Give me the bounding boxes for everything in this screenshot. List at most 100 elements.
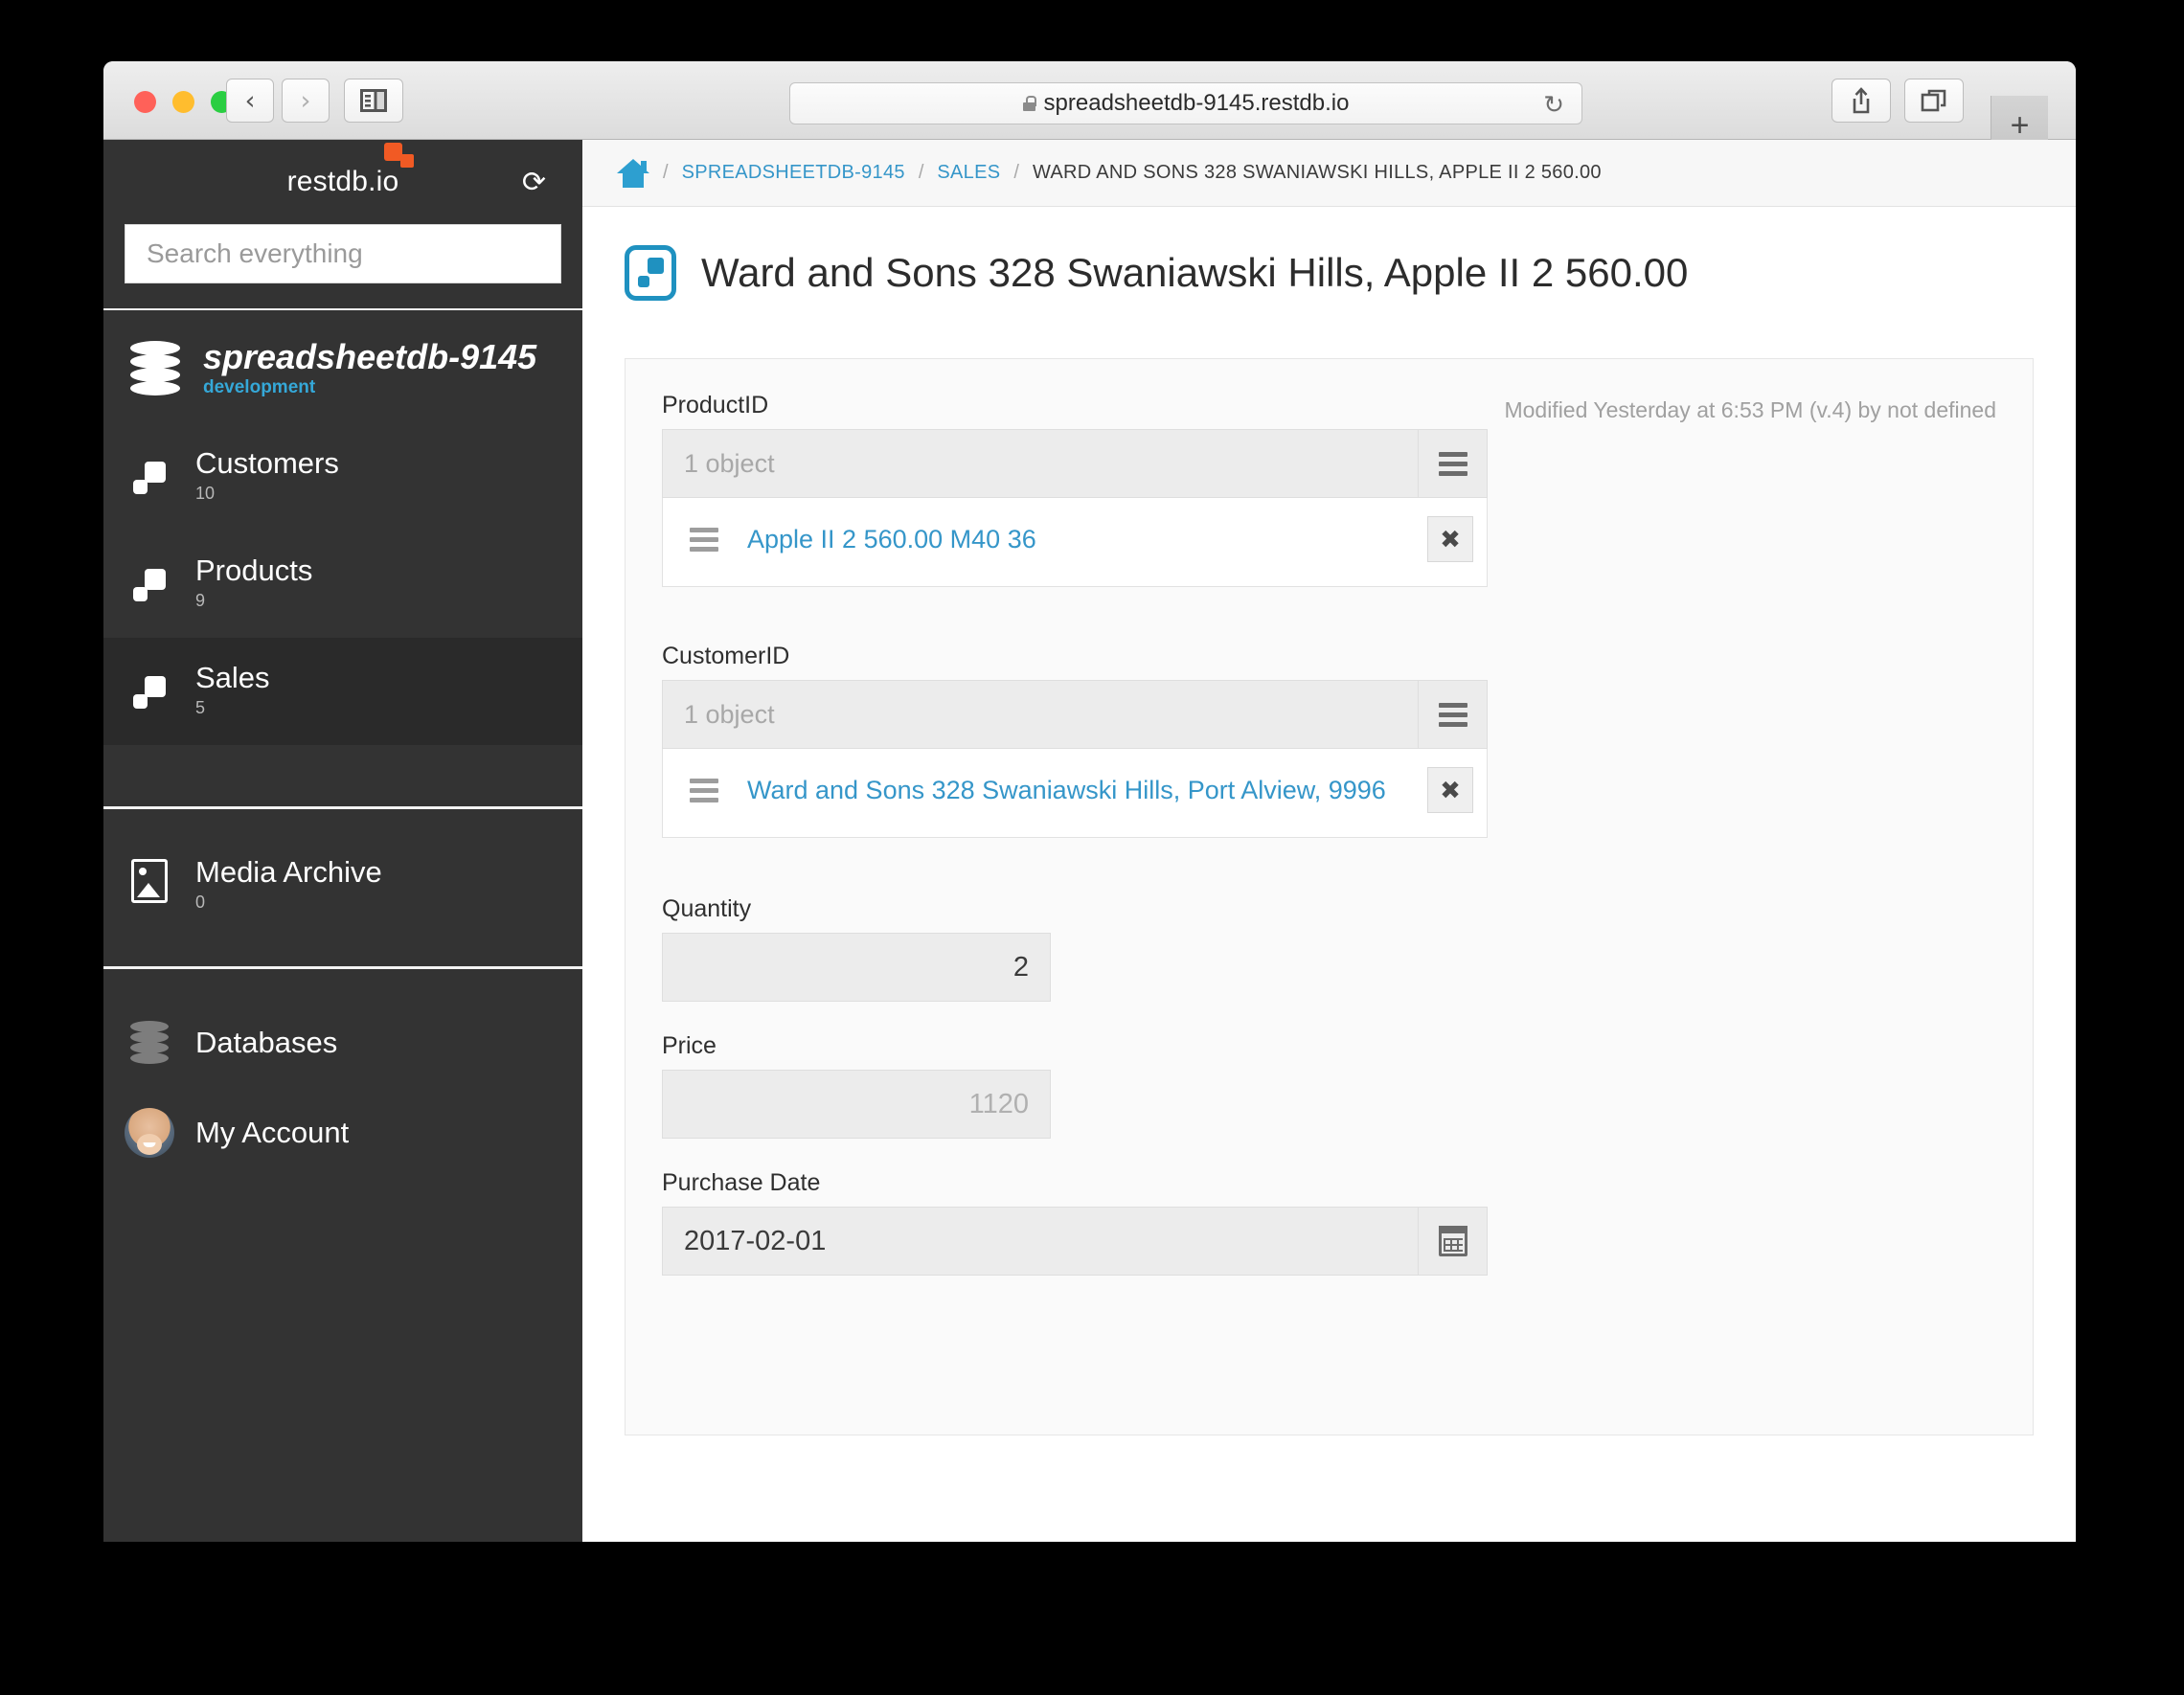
- show-tabs-button[interactable]: [1904, 79, 1964, 123]
- sidebar-header: restdb.io ⟳: [103, 140, 582, 224]
- collection-icon-wrap: [103, 441, 195, 494]
- field-customerid: CustomerID 1 object Ward and Sons 328 Sw…: [662, 643, 1996, 838]
- image-file-icon: [131, 858, 168, 903]
- breadcrumb-record: WARD AND SONS 328 SWANIAWSKI HILLS, APPL…: [1032, 162, 1602, 183]
- customerid-linked-list: Ward and Sons 328 Swaniawski Hills, Port…: [662, 749, 1488, 838]
- sidebar-item-count: 10: [195, 484, 216, 504]
- breadcrumb-database[interactable]: SPREADSHEETDB-9145: [682, 162, 905, 184]
- database-environment: development: [203, 376, 316, 397]
- sidebar-item-customers[interactable]: Customers 10: [103, 423, 582, 531]
- chevron-left-icon: ‹: [244, 85, 256, 116]
- field-label: Price: [662, 1032, 717, 1059]
- brand-text: restdb.io: [286, 166, 399, 197]
- sidebar-item-my-account[interactable]: My Account: [103, 1095, 582, 1171]
- sidebar-item-label: Customers: [195, 445, 339, 480]
- refresh-button[interactable]: ⟳: [522, 169, 546, 197]
- table-icon: [133, 461, 166, 494]
- customerid-input[interactable]: 1 object: [662, 680, 1419, 749]
- field-label: Quantity: [662, 895, 752, 922]
- show-tabs-icon: [1921, 89, 1946, 112]
- logo-square-large-icon: [384, 143, 403, 161]
- main-content: / SPREADSHEETDB-9145 / SALES / WARD AND …: [582, 140, 2076, 1542]
- sidebar-item-label: Products: [195, 553, 313, 587]
- sidebar-item-databases[interactable]: Databases: [103, 1007, 582, 1077]
- field-quantity: Quantity 2: [662, 895, 1996, 1002]
- field-gap: [662, 1144, 1996, 1169]
- database-name: spreadsheetdb-9145: [203, 337, 537, 376]
- browser-toolbar: ‹ › spreadsheetdb-9145.restdb.io ↻ +: [103, 61, 2076, 155]
- productid-menu-button[interactable]: [1419, 429, 1488, 498]
- hamburger-icon: [1438, 451, 1467, 476]
- databases-icon-wrap: [103, 1021, 195, 1065]
- forward-button[interactable]: ›: [282, 79, 330, 123]
- drag-handle-icon[interactable]: [690, 778, 718, 802]
- databases-label: Databases: [195, 1025, 338, 1059]
- collection-icon-wrap: [103, 548, 195, 601]
- media-icon-wrap: [103, 855, 195, 914]
- modified-info: Modified Yesterday at 6:53 PM (v.4) by n…: [1504, 397, 1996, 422]
- breadcrumb: / SPREADSHEETDB-9145 / SALES / WARD AND …: [582, 140, 2076, 207]
- database-stack-icon: [130, 340, 180, 396]
- remove-productid-button[interactable]: ✖: [1427, 516, 1473, 562]
- restdb-logo[interactable]: restdb.io: [286, 143, 415, 198]
- chevron-right-icon: ›: [300, 85, 311, 116]
- sidebar-item-media-archive[interactable]: Media Archive 0: [103, 809, 582, 967]
- avatar-wrap: [103, 1108, 195, 1159]
- breadcrumb-separator: /: [663, 162, 669, 183]
- search-container: [103, 224, 582, 308]
- productid-input-row: 1 object: [662, 429, 1488, 498]
- table-icon: [133, 568, 166, 601]
- logo-square-small-icon: [400, 154, 415, 168]
- table-icon: [133, 675, 166, 709]
- field-label: Purchase Date: [662, 1169, 821, 1196]
- app-body: restdb.io ⟳ spreadsheetdb-9145 developme…: [103, 140, 2076, 1542]
- minimize-window-button[interactable]: [172, 91, 194, 113]
- remove-customerid-button[interactable]: ✖: [1427, 767, 1473, 813]
- quantity-input[interactable]: 2: [662, 933, 1051, 1002]
- search-input[interactable]: [125, 224, 561, 283]
- calendar-icon: [1438, 1226, 1467, 1256]
- customerid-menu-button[interactable]: [1419, 680, 1488, 749]
- field-gap: [662, 593, 1996, 643]
- media-archive-count: 0: [195, 893, 206, 913]
- breadcrumb-collection[interactable]: SALES: [937, 162, 1000, 184]
- customerid-input-row: 1 object: [662, 680, 1488, 749]
- sidebar-item-sales[interactable]: Sales 5: [103, 637, 582, 745]
- record-icon: [625, 245, 676, 301]
- reload-button[interactable]: ↻: [1543, 92, 1564, 117]
- purchase-date-input[interactable]: 2017-02-01: [662, 1207, 1419, 1276]
- field-label: CustomerID: [662, 643, 790, 669]
- list-item[interactable]: Ward and Sons 328 Swaniawski Hills, Port…: [663, 760, 1487, 820]
- media-archive-label: Media Archive: [195, 854, 382, 889]
- purchase-date-row: 2017-02-01: [662, 1207, 1488, 1276]
- breadcrumb-separator: /: [1013, 162, 1019, 183]
- record-form-card: Modified Yesterday at 6:53 PM (v.4) by n…: [625, 358, 2034, 1435]
- field-purchase-date: Purchase Date 2017-02-01: [662, 1169, 1996, 1276]
- productid-link[interactable]: Apple II 2 560.00 M40 36: [747, 525, 1427, 554]
- price-input[interactable]: 1120: [662, 1070, 1051, 1139]
- breadcrumb-separator: /: [918, 162, 924, 183]
- customerid-link[interactable]: Ward and Sons 328 Swaniawski Hills, Port…: [747, 776, 1427, 805]
- share-icon: [1853, 87, 1870, 114]
- sidebar: restdb.io ⟳ spreadsheetdb-9145 developme…: [103, 140, 582, 1542]
- window-controls: [134, 91, 233, 113]
- databases-icon: [130, 1021, 169, 1065]
- url-text: spreadsheetdb-9145.restdb.io: [1043, 90, 1350, 116]
- sidebar-item-label: Sales: [195, 660, 270, 694]
- sidebar-toggle-button[interactable]: [344, 79, 403, 123]
- list-item[interactable]: Apple II 2 560.00 M40 36 ✖: [663, 509, 1487, 569]
- current-database[interactable]: spreadsheetdb-9145 development: [103, 310, 582, 423]
- productid-input[interactable]: 1 object: [662, 429, 1419, 498]
- sidebar-item-products[interactable]: Products 9: [103, 531, 582, 638]
- date-picker-button[interactable]: [1419, 1207, 1488, 1276]
- field-gap: [662, 844, 1996, 895]
- avatar: [125, 1108, 174, 1159]
- drag-handle-icon[interactable]: [690, 527, 718, 552]
- share-button[interactable]: [1831, 79, 1891, 123]
- home-icon[interactable]: [617, 158, 649, 188]
- close-window-button[interactable]: [134, 91, 156, 113]
- back-button[interactable]: ‹: [226, 79, 274, 123]
- sidebar-item-count: 9: [195, 591, 206, 611]
- address-bar[interactable]: spreadsheetdb-9145.restdb.io ↻: [789, 82, 1582, 124]
- sidebar-toggle-icon: [360, 89, 387, 112]
